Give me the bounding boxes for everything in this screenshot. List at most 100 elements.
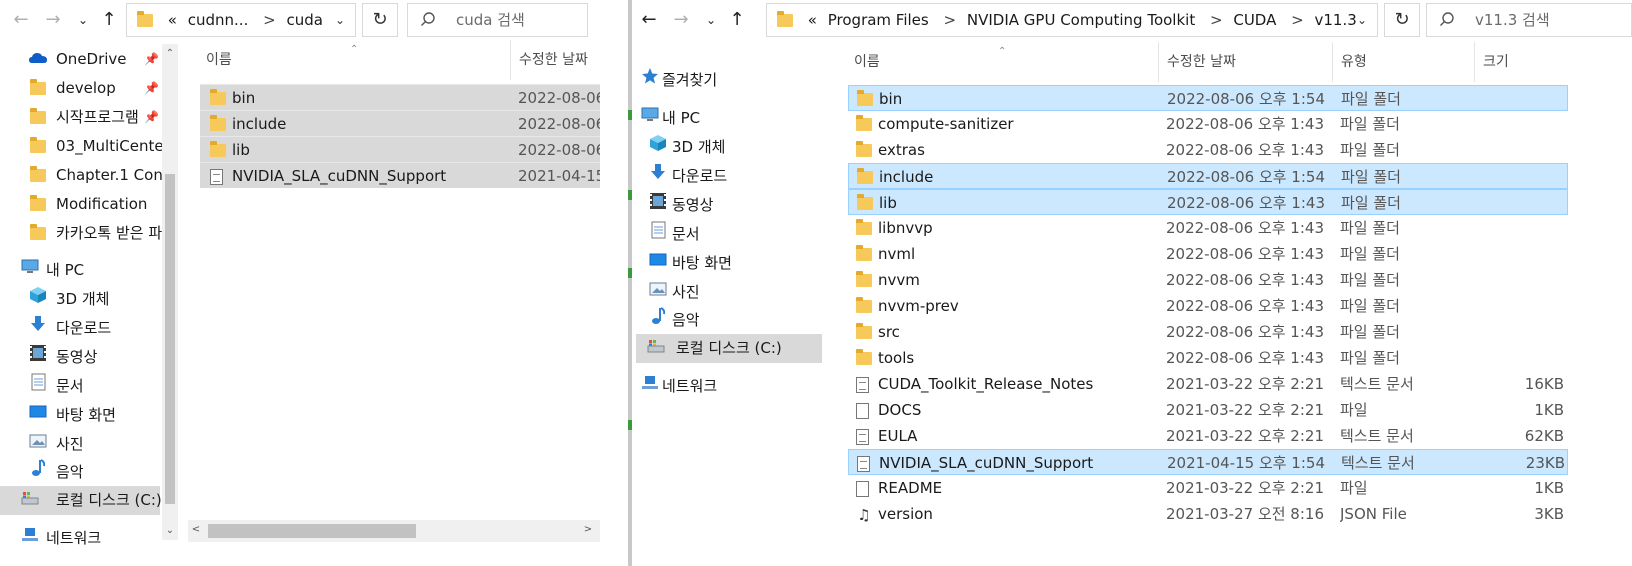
- hscroll-thumb[interactable]: [208, 524, 416, 538]
- scroll-right-arrow[interactable]: >: [580, 524, 596, 535]
- folder-icon: [210, 89, 226, 105]
- nav-item-item[interactable]: 문서: [632, 220, 828, 249]
- file-row-nvvm[interactable]: nvvm 2022-08-06 오후 1:43 파일 폴더: [848, 267, 1568, 293]
- folder-icon: [856, 349, 872, 365]
- nav-item-item[interactable]: 문서: [0, 372, 160, 401]
- file-row-nvidia-sla-cudnn-support[interactable]: NVIDIA_SLA_cuDNN_Support 2021-04-15 오후 1:…: [848, 449, 1568, 475]
- nav-item-item[interactable]: 즐겨찾기: [632, 66, 828, 95]
- breadcrumb-cuda[interactable]: cuda: [286, 11, 322, 29]
- column-date-modified[interactable]: 수정한 날짜: [1158, 42, 1332, 82]
- address-overflow[interactable]: «: [808, 11, 817, 29]
- refresh-button[interactable]: ↻: [1384, 3, 1420, 37]
- file-row-bin[interactable]: bin 2022-08-06 S: [200, 84, 600, 110]
- nav-item-pc[interactable]: 내 PC: [0, 256, 160, 285]
- nav-item-3d[interactable]: 3D 개체: [632, 133, 828, 162]
- left-navigation-pane: OneDrive 📌 develop 📌 시작프로그램 📌 03_MultiCenter Ch…: [0, 40, 178, 566]
- nav-item-item[interactable]: 다운로드: [0, 314, 160, 343]
- file-date: 2021-04-15 S: [518, 167, 600, 185]
- back-button[interactable]: ←: [8, 6, 34, 34]
- nav-item-item[interactable]: 카카오톡 받은 파: [0, 219, 163, 248]
- file-row-tools[interactable]: tools 2022-08-06 오후 1:43 파일 폴더: [848, 345, 1568, 371]
- nav-item-develop[interactable]: develop 📌: [0, 74, 160, 103]
- refresh-button[interactable]: ↻: [362, 3, 398, 37]
- nav-item-label: 카카오톡 받은 파: [56, 224, 163, 242]
- column-size[interactable]: 크기: [1474, 42, 1568, 82]
- file-row-version[interactable]: ♫ version 2021-03-27 오전 8:16 JSON File 3KB: [848, 501, 1568, 527]
- column-date-modified[interactable]: 수정한 날짜: [510, 40, 628, 80]
- text-file-icon: [856, 376, 869, 393]
- nav-item-modification[interactable]: Modification: [0, 190, 160, 219]
- search-placeholder: cuda 검색: [456, 11, 525, 29]
- nav-item-item[interactable]: 음악: [0, 458, 160, 487]
- up-button[interactable]: ↑: [724, 6, 750, 34]
- search-placeholder: v11.3 검색: [1475, 11, 1550, 29]
- file-row-compute-sanitizer[interactable]: compute-sanitizer 2022-08-06 오후 1:43 파일 폴더: [848, 111, 1568, 137]
- scroll-left-arrow[interactable]: <: [188, 524, 204, 535]
- file-row-include[interactable]: include 2022-08-06 오후 1:54 파일 폴더: [848, 163, 1568, 189]
- forward-button[interactable]: →: [668, 6, 694, 34]
- search-box[interactable]: v11.3 검색: [1426, 3, 1632, 37]
- file-row-include[interactable]: include 2022-08-06 S: [200, 110, 600, 136]
- file-row-nvidia-sla-cudnn-support[interactable]: NVIDIA_SLA_cuDNN_Support 2021-04-15 S: [200, 162, 600, 188]
- nav-item-item[interactable]: 사진: [0, 430, 160, 459]
- nav-item-item[interactable]: 네트워크: [632, 372, 828, 401]
- nav-vertical-scrollbar[interactable]: ⌃ ⌄: [162, 44, 178, 540]
- file-row-bin[interactable]: bin 2022-08-06 오후 1:54 파일 폴더: [848, 85, 1568, 111]
- nav-item-c[interactable]: 로컬 디스크 (C:): [636, 334, 822, 363]
- scroll-down-arrow[interactable]: ⌄: [162, 525, 178, 536]
- nav-item-item[interactable]: 시작프로그램 📌: [0, 103, 160, 132]
- file-name: extras: [878, 141, 925, 159]
- file-date: 2022-08-06 오후 1:43: [1166, 323, 1324, 341]
- breadcrumb-cuda[interactable]: CUDA: [1233, 11, 1276, 29]
- file-row-eula[interactable]: EULA 2021-03-22 오후 2:21 텍스트 문서 62KB: [848, 423, 1568, 449]
- file-name: bin: [232, 89, 256, 107]
- nav-item-item[interactable]: 바탕 화면: [632, 249, 828, 278]
- forward-button[interactable]: →: [40, 6, 66, 34]
- left-explorer-window: ← → ⌄ ↑ « cudnn... > cuda ⌄ ↻ cuda 검색 On…: [0, 0, 628, 566]
- file-row-extras[interactable]: extras 2022-08-06 오후 1:43 파일 폴더: [848, 137, 1568, 163]
- nav-item-label: develop: [56, 79, 116, 97]
- back-button[interactable]: ←: [636, 6, 662, 34]
- nav-item-item[interactable]: 바탕 화면: [0, 401, 160, 430]
- file-row-libnvvp[interactable]: libnvvp 2022-08-06 오후 1:43 파일 폴더: [848, 215, 1568, 241]
- recent-locations-button[interactable]: ⌄: [698, 6, 724, 34]
- chevron-down-icon[interactable]: ⌄: [1349, 4, 1375, 36]
- nav-item-item[interactable]: 음악: [632, 306, 828, 335]
- address-bar[interactable]: « Program Files > NVIDIA GPU Computing T…: [766, 3, 1378, 37]
- scroll-thumb[interactable]: [165, 174, 175, 504]
- nav-item-chapter-1-conte[interactable]: Chapter.1 Conte: [0, 161, 178, 190]
- chevron-down-icon[interactable]: ⌄: [327, 4, 353, 36]
- scroll-up-arrow[interactable]: ⌃: [162, 48, 178, 59]
- recent-locations-button[interactable]: ⌄: [70, 6, 96, 34]
- nav-item-item[interactable]: 사진: [632, 278, 828, 307]
- file-row-docs[interactable]: DOCS 2021-03-22 오후 2:21 파일 1KB: [848, 397, 1568, 423]
- file-horizontal-scrollbar[interactable]: < >: [188, 520, 600, 542]
- search-box[interactable]: cuda 검색: [407, 3, 588, 37]
- up-button[interactable]: ↑: [96, 6, 122, 34]
- nav-item-03-multicenter[interactable]: 03_MultiCenter: [0, 132, 170, 161]
- nav-item-onedrive[interactable]: OneDrive 📌: [0, 45, 160, 74]
- pc-icon: [641, 104, 659, 133]
- nav-item-c[interactable]: 로컬 디스크 (C:): [0, 486, 162, 515]
- breadcrumb-nvidia-gpu-computing-toolkit[interactable]: NVIDIA GPU Computing Toolkit: [967, 11, 1195, 29]
- column-type[interactable]: 유형: [1332, 42, 1474, 82]
- file-row-lib[interactable]: lib 2022-08-06 S: [200, 136, 600, 162]
- file-row-readme[interactable]: README 2021-03-22 오후 2:21 파일 1KB: [848, 475, 1568, 501]
- nav-item-label: 내 PC: [46, 261, 85, 279]
- nav-item-item[interactable]: 동영상: [0, 343, 160, 372]
- address-bar[interactable]: « cudnn... > cuda ⌄: [126, 3, 356, 37]
- nav-item-3d[interactable]: 3D 개체: [0, 285, 160, 314]
- nav-item-pc[interactable]: 내 PC: [632, 104, 828, 133]
- nav-item-item[interactable]: 네트워크: [0, 524, 160, 553]
- file-name: nvvm: [878, 271, 920, 289]
- file-row-cuda-toolkit-release-notes[interactable]: CUDA_Toolkit_Release_Notes 2021-03-22 오후 …: [848, 371, 1568, 397]
- breadcrumb-cudnn[interactable]: cudnn...: [188, 11, 249, 29]
- breadcrumb-program-files[interactable]: Program Files: [828, 11, 929, 29]
- file-row-nvvm-prev[interactable]: nvvm-prev 2022-08-06 오후 1:43 파일 폴더: [848, 293, 1568, 319]
- file-row-nvml[interactable]: nvml 2022-08-06 오후 1:43 파일 폴더: [848, 241, 1568, 267]
- nav-item-item[interactable]: 다운로드: [632, 162, 828, 191]
- file-row-lib[interactable]: lib 2022-08-06 오후 1:43 파일 폴더: [848, 189, 1568, 215]
- nav-item-item[interactable]: 동영상: [632, 191, 828, 220]
- file-row-src[interactable]: src 2022-08-06 오후 1:43 파일 폴더: [848, 319, 1568, 345]
- address-overflow[interactable]: «: [168, 11, 177, 29]
